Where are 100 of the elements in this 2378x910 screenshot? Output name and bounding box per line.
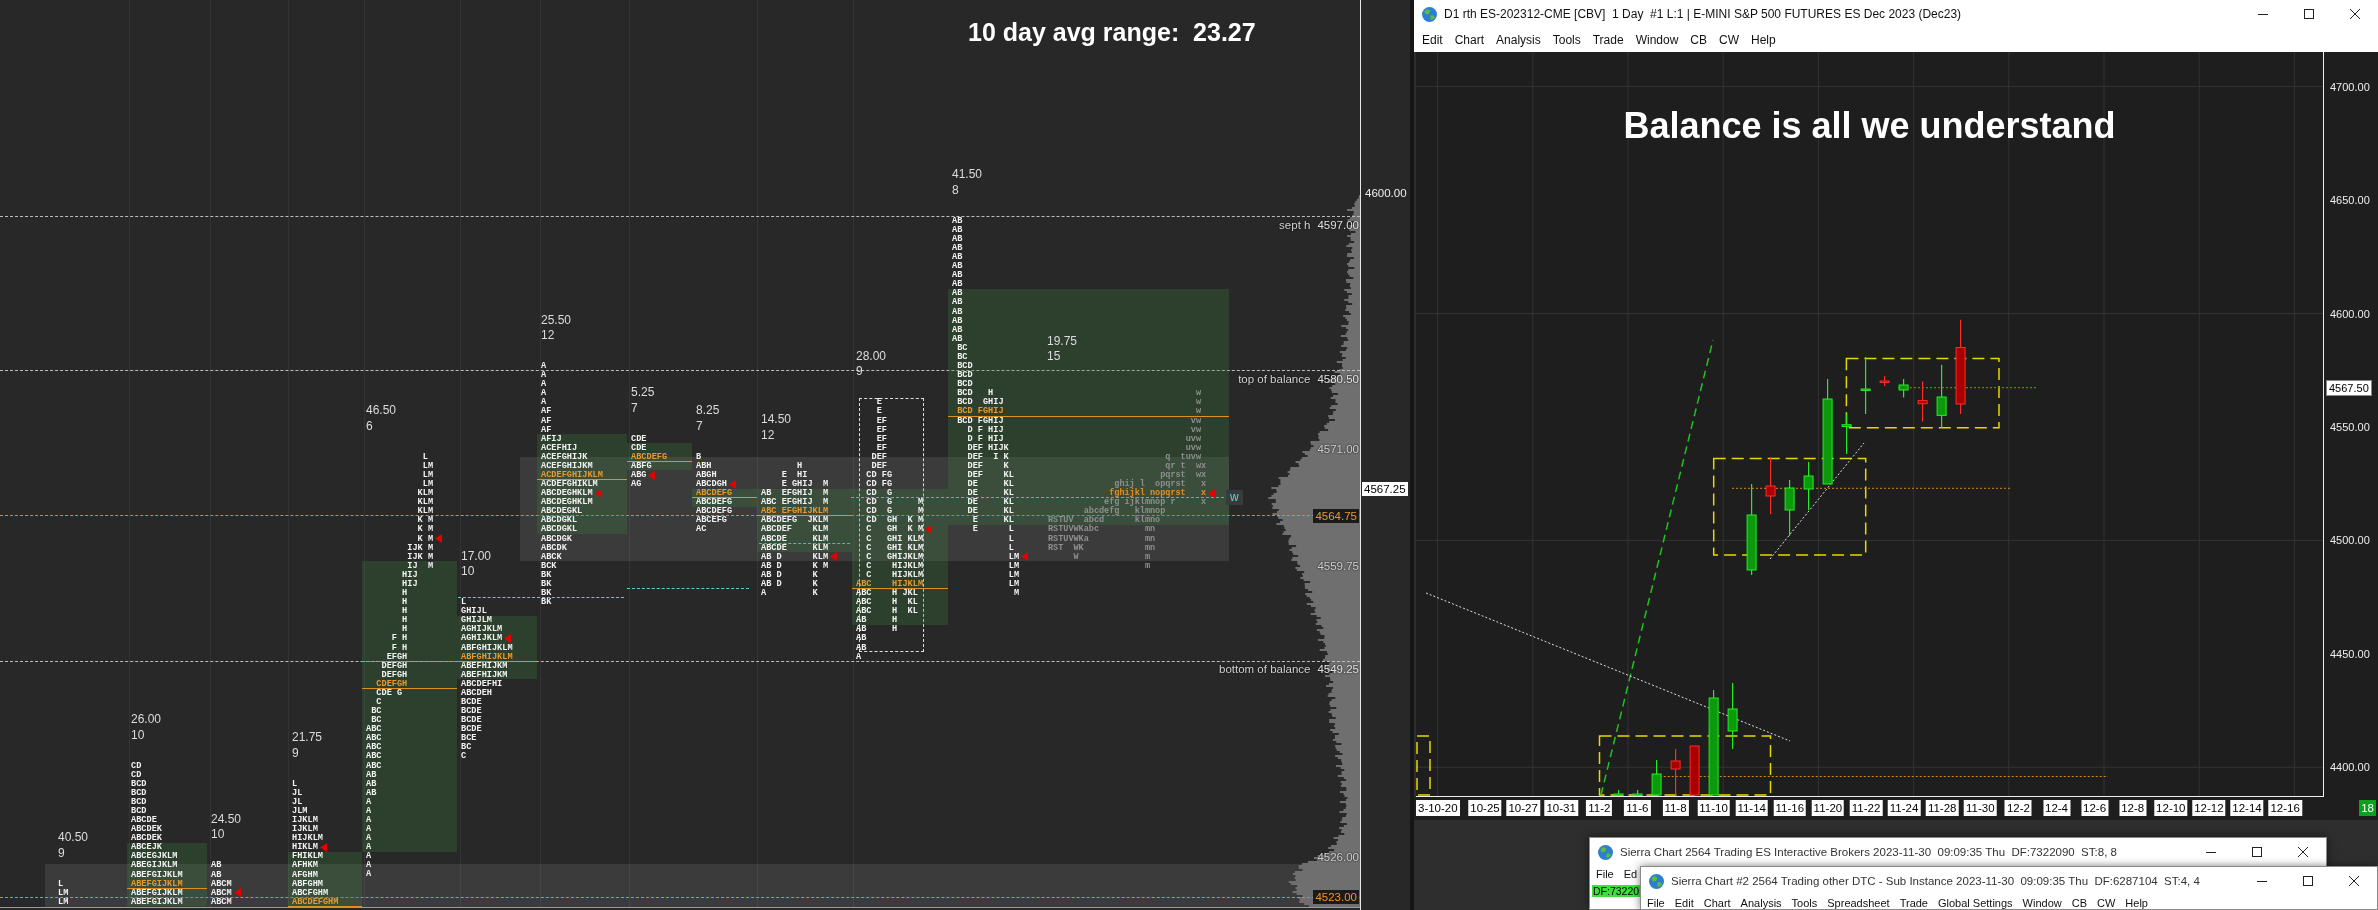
tpo-letters: abcdefg klmnop xyxy=(1083,507,1166,516)
tpo-letters: w xyxy=(1195,407,1201,416)
menu-item[interactable]: Trade xyxy=(1899,895,1928,909)
axis-label: 4400.00 xyxy=(2330,760,2370,775)
menu-item[interactable]: Global Settings xyxy=(1938,895,2013,909)
menu-item[interactable]: Trade xyxy=(1586,32,1630,48)
tpo-letters: BCD FGHIJ xyxy=(957,416,1004,425)
tpo-letters: LM xyxy=(422,461,434,470)
menu-item[interactable]: CW xyxy=(2097,895,2116,909)
range-value: 46.50 xyxy=(366,403,397,419)
range-value: 21.75 xyxy=(292,730,323,746)
tpo-letters: DEFGH xyxy=(381,670,408,679)
tpo-letters: BK xyxy=(541,570,552,579)
tpo-letters: AB D K M xyxy=(761,561,829,570)
candle xyxy=(1803,461,1814,511)
menu-item[interactable]: Help xyxy=(2125,895,2148,909)
candle xyxy=(1765,456,1776,515)
menu-item[interactable]: Window xyxy=(1629,32,1685,48)
tpo-letters: L xyxy=(461,598,467,607)
tpo-letters: E xyxy=(876,398,882,407)
tpo-letters: AB xyxy=(952,216,963,225)
tpo-letters: JL xyxy=(292,797,303,806)
menu-item[interactable]: CB xyxy=(2071,895,2087,909)
candle xyxy=(1613,789,1624,796)
tpo-letters: ABH xyxy=(696,461,712,470)
date-label: 11-2 xyxy=(1586,800,1613,816)
chart-title: 10 day avg range: 23.27 xyxy=(968,17,1256,48)
axis-label: 4700.00 xyxy=(2330,79,2370,94)
tpo-letters: BC xyxy=(371,707,382,716)
tpo-letters: BCD GHIJ xyxy=(957,398,1004,407)
level-label: sept h xyxy=(1279,218,1311,232)
menu-item[interactable]: Spreadsheet xyxy=(1827,895,1890,909)
tpo-letters: vw xyxy=(1190,425,1201,434)
tpo-letters: ABEFGIJKLM xyxy=(131,888,183,897)
date-label: 10-31 xyxy=(1544,800,1578,816)
tpo-letters: ABCDGK xyxy=(541,534,572,543)
tpo-letters: C xyxy=(376,697,382,706)
tpo-letters: H xyxy=(797,461,803,470)
menu-item[interactable]: File xyxy=(1596,866,1614,881)
menu-item[interactable]: Tools xyxy=(1791,895,1818,909)
menu-item[interactable]: File xyxy=(1647,895,1665,909)
menu-item[interactable]: Window xyxy=(2022,895,2062,909)
tpo-letters: ACEFGHIJKM xyxy=(541,461,593,470)
menu-item[interactable]: Edit xyxy=(1674,895,1694,909)
menu-item[interactable]: CW xyxy=(1713,32,1745,48)
candle xyxy=(1879,375,1890,387)
menu-item[interactable]: Analysis xyxy=(1490,32,1547,48)
menu-item[interactable]: Help xyxy=(1745,32,1782,48)
tpo-letters: BCD xyxy=(131,797,147,806)
tpo-letters: ABCDEK xyxy=(131,825,162,834)
menu-item[interactable]: CB xyxy=(1684,32,1713,48)
tpo-letters: AB xyxy=(952,316,963,325)
menu-item[interactable]: Edit xyxy=(1416,32,1449,48)
menu-item[interactable]: Chart xyxy=(1448,32,1491,48)
tpo-letters: RSTUV abcd klmno xyxy=(1048,516,1161,525)
tpo-letters: DE KL xyxy=(967,480,1014,489)
date-label: 12-2 xyxy=(2004,800,2032,816)
tpo-letters: ABCM xyxy=(211,888,232,897)
tpo-letters: pqrst wx xyxy=(1160,471,1207,479)
tpo-letters: ABCFGHM xyxy=(292,888,329,897)
maximize-icon xyxy=(2304,9,2314,19)
date-label: 10-27 xyxy=(1506,800,1540,816)
tpo-letters: L xyxy=(292,779,298,788)
menu-item[interactable]: Ed xyxy=(1623,866,1638,881)
tpo-letters: A xyxy=(856,652,862,661)
tpo-letters: AB xyxy=(211,870,222,879)
period-count: 10 xyxy=(131,727,145,744)
axis-label: 4600.00 xyxy=(1365,186,1407,200)
tpo-letters: ABCDEFG xyxy=(696,489,733,498)
candle xyxy=(1689,745,1700,796)
tpo-letters: L xyxy=(1008,534,1014,543)
tpo-letters: BCD H xyxy=(957,389,994,398)
tpo-letters: ABC xyxy=(366,752,382,761)
tpo-letters: ABEFGIJKLM xyxy=(131,870,183,879)
tpo-letters: A xyxy=(541,380,547,389)
tpo-letters: DEF KL xyxy=(967,470,1014,479)
globe-icon xyxy=(1422,6,1437,22)
menu-item[interactable]: Chart xyxy=(1703,895,1731,909)
period-count: 7 xyxy=(631,400,638,417)
menu-item[interactable]: Tools xyxy=(1546,32,1587,48)
tpo-letters: EF xyxy=(876,416,887,425)
tpo-letters: KLM xyxy=(417,498,434,507)
tpo-letters: K M xyxy=(417,534,434,543)
menu-item[interactable]: Analysis xyxy=(1740,895,1782,909)
price-label: 4564.75 xyxy=(1313,509,1359,523)
date-label: 11-6 xyxy=(1624,800,1651,816)
range-value: 19.75 xyxy=(1047,333,1078,350)
tpo-letters: AB xyxy=(952,262,963,271)
candle xyxy=(1860,356,1871,415)
last-price-label: 4567.25 xyxy=(1362,482,1408,496)
date-label: 3-10-20 xyxy=(1416,800,1460,816)
tpo-letters: AB xyxy=(952,225,963,234)
tpo-letters: ABC H JKL xyxy=(856,589,918,598)
tpo-letters: LM xyxy=(422,471,434,479)
tpo-letters: IJK M xyxy=(407,552,434,561)
triangle-marker-icon xyxy=(925,525,933,534)
tpo-letters: DE KL xyxy=(967,489,1014,498)
tpo-letters: AB xyxy=(952,289,963,298)
tpo-letters: AB H xyxy=(856,616,898,625)
period-count: 10 xyxy=(211,827,225,843)
